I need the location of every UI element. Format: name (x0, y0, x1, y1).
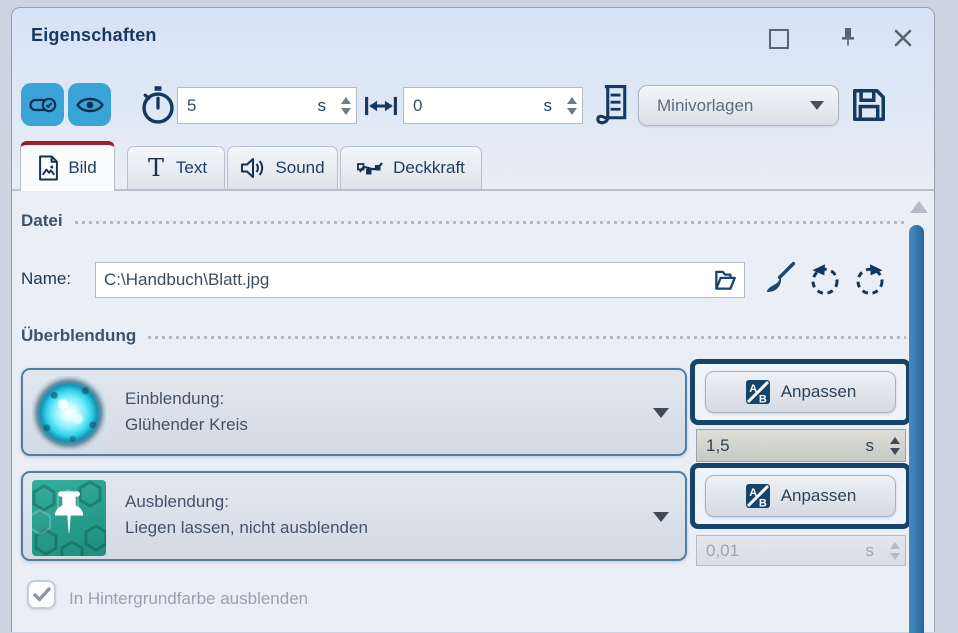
transition-offset-value: 0 (413, 96, 544, 116)
rotate-left-button[interactable] (808, 263, 842, 302)
bg-fade-checkbox[interactable] (27, 580, 56, 609)
blend-section-title: Überblendung (21, 326, 136, 346)
display-duration-value: 5 (187, 96, 318, 116)
ab-compare-icon: A B (745, 379, 771, 405)
fade-in-thumbnail (32, 376, 106, 450)
fade-out-duration-field[interactable]: 0,01 s (696, 535, 906, 566)
scrollbar-thumb[interactable] (909, 225, 924, 633)
pin-button[interactable] (838, 25, 858, 54)
save-template-button[interactable] (850, 86, 888, 129)
templates-dropdown-label: Minivorlagen (657, 96, 810, 116)
fade-in-adjust-label: Anpassen (781, 382, 857, 402)
tab-bild[interactable]: Bild (20, 141, 115, 191)
scroll-up-icon (910, 201, 928, 213)
fade-out-thumbnail (32, 480, 106, 556)
rotate-ccw-icon (808, 263, 842, 297)
fade-in-duration-value: 1,5 (706, 436, 866, 456)
tab-deckkraft-label: Deckkraft (393, 158, 465, 178)
fade-in-duration-spinner[interactable] (890, 437, 900, 455)
svg-text:B: B (759, 394, 767, 406)
tab-deckkraft[interactable]: Deckkraft (340, 146, 482, 189)
file-path-value: C:\Handbuch\Blatt.jpg (104, 270, 712, 290)
file-section-heading: Datei (21, 211, 906, 231)
width-arrows-icon (364, 94, 398, 118)
pin-icon (838, 25, 858, 49)
close-icon (892, 27, 914, 49)
link-toggle-button[interactable] (21, 83, 64, 126)
edit-image-button[interactable] (762, 260, 796, 301)
speaker-icon (240, 156, 266, 180)
fade-in-duration-field[interactable]: 1,5 s (696, 429, 906, 462)
fade-in-duration-unit: s (866, 436, 875, 456)
fade-in-adjust-button[interactable]: A B Anpassen (705, 371, 896, 413)
script-button[interactable] (595, 83, 629, 132)
browse-file-button[interactable] (712, 267, 738, 293)
checkmark-icon (33, 587, 51, 602)
chevron-down-icon (810, 101, 824, 110)
tab-separator-line (12, 189, 934, 191)
fade-in-adjust-highlight: A B Anpassen (690, 359, 911, 425)
fade-in-dropdown[interactable]: Einblendung: Glühender Kreis (21, 368, 687, 456)
save-icon (850, 86, 888, 124)
file-name-input[interactable]: C:\Handbuch\Blatt.jpg (95, 262, 745, 298)
bg-fade-checkbox-label: In Hintergrundfarbe ausblenden (69, 589, 308, 609)
fade-in-label: Einblendung: (125, 386, 248, 412)
paintbrush-icon (762, 260, 796, 296)
fade-out-value: Liegen lassen, nicht ausblenden (125, 515, 368, 541)
fade-out-label: Ausblendung: (125, 489, 368, 515)
tab-bild-label: Bild (68, 158, 96, 178)
display-duration-spinner[interactable] (341, 97, 351, 115)
transition-offset-field[interactable]: 0 s (403, 87, 583, 124)
chevron-down-icon (653, 408, 669, 418)
properties-panel: Eigenschaften 5 s (11, 7, 935, 632)
fade-out-duration-unit: s (866, 541, 875, 561)
display-duration-unit: s (318, 96, 327, 116)
fade-out-duration-spinner (890, 542, 900, 560)
display-duration-field[interactable]: 5 s (177, 87, 357, 124)
rotate-cw-icon (853, 263, 887, 297)
script-icon (595, 83, 629, 127)
fade-out-adjust-highlight: A B Anpassen (690, 463, 911, 529)
dotted-separator (148, 336, 906, 339)
pushpin-icon (49, 489, 89, 547)
visibility-toggle-button[interactable] (68, 83, 111, 126)
tab-sound[interactable]: Sound (227, 146, 338, 189)
ab-compare-icon: A B (745, 483, 771, 509)
blend-section-heading: Überblendung (21, 326, 906, 346)
tab-text[interactable]: T Text (127, 146, 225, 189)
fade-in-value: Glühender Kreis (125, 412, 248, 438)
maximize-button[interactable] (769, 29, 789, 49)
templates-dropdown[interactable]: Minivorlagen (638, 85, 839, 126)
fade-out-duration-value: 0,01 (706, 541, 866, 561)
image-file-icon (38, 155, 59, 181)
close-button[interactable] (892, 27, 914, 54)
tab-text-label: Text (176, 158, 207, 178)
eye-icon (76, 95, 104, 115)
scrollbar-up-button[interactable] (910, 201, 928, 213)
stopwatch-icon (140, 85, 176, 125)
svg-text:A: A (749, 383, 757, 395)
fade-out-adjust-button[interactable]: A B Anpassen (705, 475, 896, 517)
svg-text:T: T (148, 155, 164, 181)
opacity-curve-icon (357, 156, 384, 180)
text-icon: T (145, 155, 167, 181)
name-label: Name: (21, 269, 71, 289)
file-section-title: Datei (21, 211, 63, 231)
chevron-down-icon (653, 512, 669, 522)
fade-out-adjust-label: Anpassen (781, 486, 857, 506)
rotate-right-button[interactable] (853, 263, 887, 302)
svg-text:B: B (759, 498, 767, 510)
tab-sound-label: Sound (275, 158, 324, 178)
transition-offset-unit: s (544, 96, 553, 116)
toggle-check-icon (29, 95, 57, 115)
dotted-separator (75, 221, 906, 224)
fade-out-dropdown[interactable]: Ausblendung: Liegen lassen, nicht ausble… (21, 471, 687, 561)
maximize-icon (769, 29, 789, 49)
svg-text:A: A (749, 487, 757, 499)
panel-title: Eigenschaften (31, 25, 157, 46)
open-folder-icon (712, 267, 738, 293)
transition-offset-spinner[interactable] (567, 97, 577, 115)
